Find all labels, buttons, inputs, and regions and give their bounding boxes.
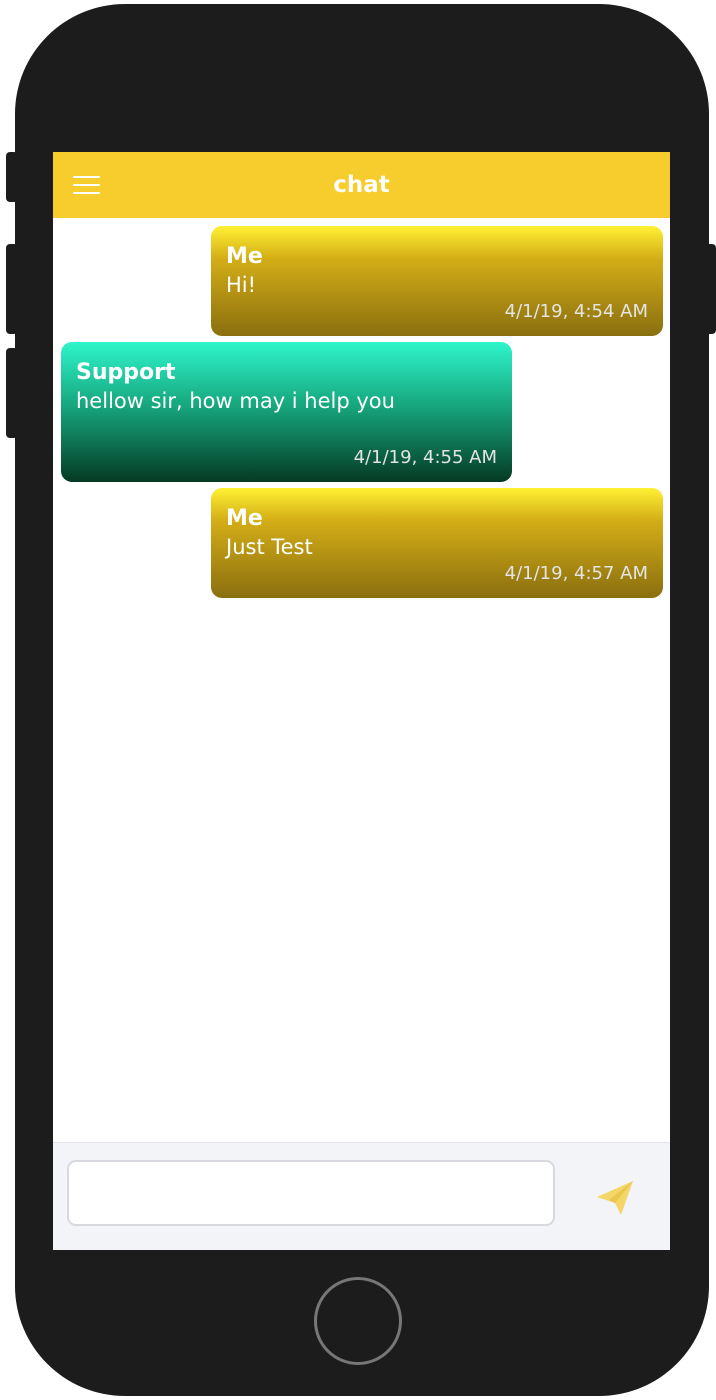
message-text: Just Test [226,535,313,559]
app-screen: chat Me Hi! 4/1/19, 4:54 AM Support hell… [53,152,670,1250]
device-silent-switch [6,152,18,202]
message-input[interactable] [67,1160,555,1226]
page-title: chat [333,172,390,198]
message-sender: Me [226,244,263,269]
message-bubble-me: Me Hi! 4/1/19, 4:54 AM [211,226,663,336]
message-timestamp: 4/1/19, 4:54 AM [504,301,648,322]
message-timestamp: 4/1/19, 4:57 AM [504,563,648,584]
message-text: Hi! [226,273,257,297]
message-composer [53,1142,670,1250]
message-sender: Support [76,360,176,385]
device-volume-up-button [6,244,18,334]
app-header: chat [53,152,670,218]
message-sender: Me [226,506,263,531]
device-power-button [704,244,716,334]
device-home-button[interactable] [314,1277,402,1365]
paper-plane-send-icon [597,1181,633,1215]
message-text: hellow sir, how may i help you [76,389,395,413]
send-button[interactable] [589,1173,641,1221]
message-bubble-support: Support hellow sir, how may i help you 4… [61,342,512,482]
device-volume-down-button [6,348,18,438]
message-timestamp: 4/1/19, 4:55 AM [353,447,497,468]
message-bubble-me: Me Just Test 4/1/19, 4:57 AM [211,488,663,598]
